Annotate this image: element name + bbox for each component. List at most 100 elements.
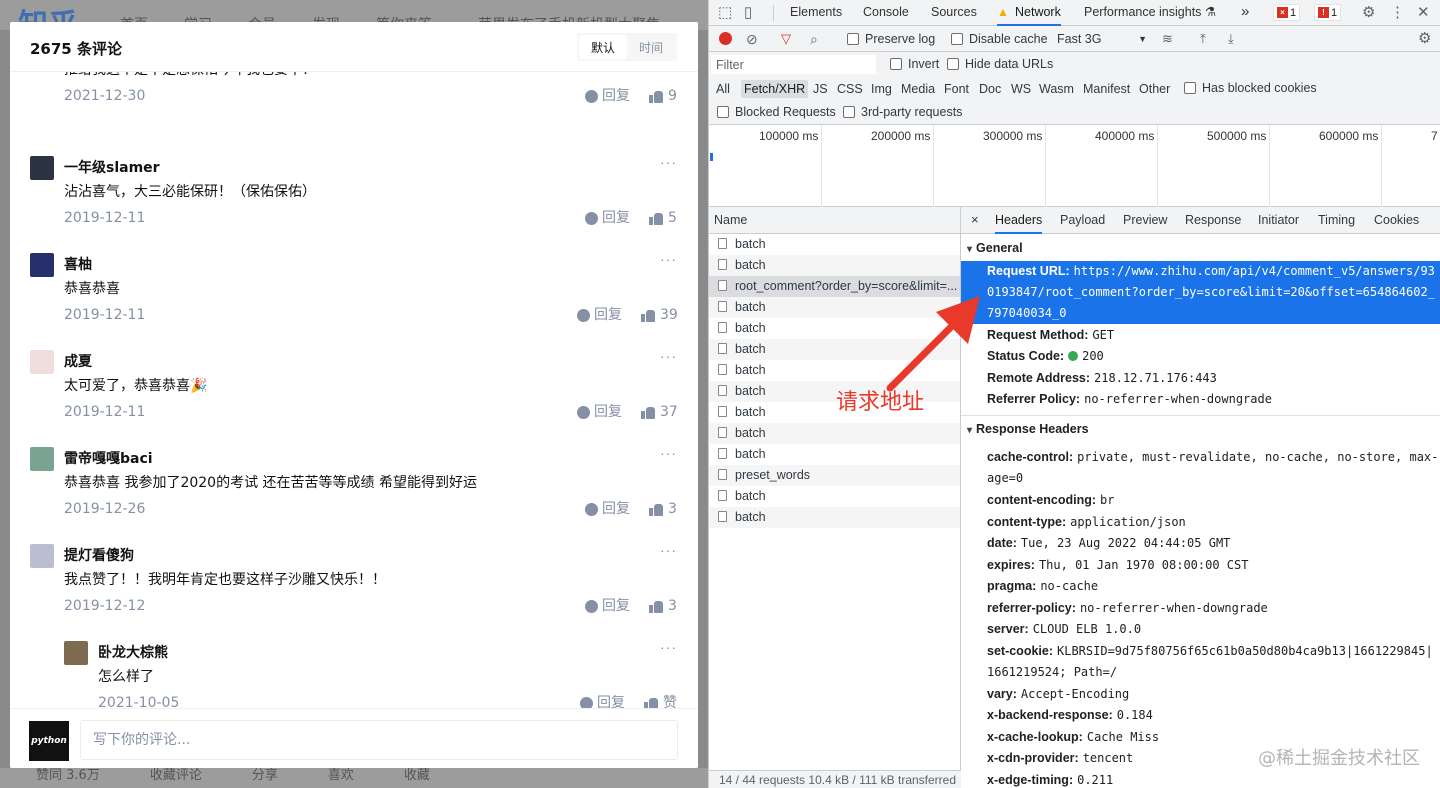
collect-button[interactable]: 收藏 [404, 768, 430, 788]
like-button[interactable]: 赞 [644, 691, 677, 708]
import-har-icon[interactable]: ⤒ [1200, 26, 1206, 52]
filter-type-manifest[interactable]: Manifest [1080, 80, 1133, 98]
reply-button[interactable]: 回复 [585, 206, 630, 230]
filter-type-all[interactable]: All [713, 80, 733, 98]
error-count-badge[interactable]: × 1 [1273, 4, 1301, 21]
reply-button[interactable]: 回复 [585, 497, 630, 521]
more-options-icon[interactable]: ··· [660, 542, 677, 558]
avatar[interactable] [30, 253, 54, 277]
preserve-log-checkbox[interactable]: Preserve log [847, 26, 935, 52]
clear-icon[interactable]: ⊘ [746, 26, 758, 52]
comment-input[interactable] [80, 720, 678, 760]
tab-network[interactable]: ▲ Network [997, 0, 1061, 26]
throttle-select[interactable]: Fast 3G ▼ [1057, 26, 1147, 52]
avatar[interactable] [64, 641, 88, 665]
close-devtools-icon[interactable]: ✕ [1417, 0, 1430, 26]
like-button[interactable]: 3 [649, 497, 677, 521]
comment-bar-button[interactable]: 收藏评论 [150, 768, 202, 788]
like-button[interactable]: 39 [641, 303, 678, 327]
request-row[interactable]: batch [709, 234, 960, 255]
filter-input[interactable] [711, 55, 876, 74]
comment-author[interactable]: 一年级slamer [64, 156, 160, 180]
more-options-icon[interactable]: ··· [660, 639, 677, 655]
sort-default-button[interactable]: 默认 [579, 35, 627, 59]
filter-type-other[interactable]: Other [1136, 80, 1173, 98]
third-party-requests-checkbox[interactable]: 3rd-party requests [843, 99, 962, 125]
close-details-button[interactable]: × [971, 207, 979, 234]
network-settings-gear-icon[interactable]: ⚙ [1418, 26, 1431, 52]
settings-gear-icon[interactable]: ⚙ [1362, 0, 1375, 26]
tab-sources[interactable]: Sources [931, 0, 977, 26]
reply-button[interactable]: 回复 [577, 400, 622, 424]
comment-author[interactable]: 喜柚 [64, 253, 92, 277]
avatar[interactable] [30, 156, 54, 180]
comment-author[interactable]: 卧龙大棕熊 [98, 641, 168, 665]
device-toolbar-icon[interactable]: ▯ [744, 0, 752, 26]
more-options-icon[interactable]: ··· [660, 251, 677, 267]
reply-button[interactable]: 回复 [585, 594, 630, 618]
like-button[interactable]: 37 [641, 400, 678, 424]
reply-button[interactable]: 回复 [577, 303, 622, 327]
request-url-row[interactable]: Request URL: https://www.zhihu.com/api/v4… [961, 261, 1440, 324]
request-row[interactable]: batch [709, 255, 960, 276]
avatar[interactable] [30, 544, 54, 568]
record-icon[interactable] [719, 32, 732, 45]
network-conditions-icon[interactable]: ≋ [1162, 26, 1173, 52]
filter-type-js[interactable]: JS [810, 80, 831, 98]
tab-preview[interactable]: Preview [1123, 207, 1167, 234]
like-button[interactable]: 9 [649, 84, 677, 108]
filter-type-img[interactable]: Img [868, 80, 895, 98]
invert-checkbox[interactable]: Invert [890, 51, 939, 77]
blocked-requests-checkbox[interactable]: Blocked Requests [717, 99, 836, 125]
filter-type-font[interactable]: Font [941, 80, 972, 98]
request-row[interactable]: batch [709, 423, 960, 444]
comment-author[interactable]: 雷帝嘎嘎baci [64, 447, 153, 471]
filter-icon[interactable]: ▽ [781, 26, 791, 52]
request-row[interactable]: batch [709, 486, 960, 507]
tab-timing[interactable]: Timing [1318, 207, 1355, 234]
filter-type-doc[interactable]: Doc [976, 80, 1004, 98]
issue-count-badge[interactable]: ! 1 [1314, 4, 1342, 21]
reply-button[interactable]: 回复 [580, 691, 625, 708]
name-column-header[interactable]: Name [709, 207, 960, 234]
upvote-button[interactable]: 赞同 3.6万 [36, 768, 100, 788]
inspect-element-icon[interactable]: ⬚ [718, 0, 732, 26]
request-row[interactable]: batch [709, 444, 960, 465]
reply-button[interactable]: 回复 [585, 84, 630, 108]
tab-performance-insights[interactable]: Performance insights ⚗ [1084, 0, 1216, 26]
search-icon[interactable]: ⌕ [810, 26, 818, 52]
tab-console[interactable]: Console [863, 0, 909, 26]
avatar[interactable] [30, 447, 54, 471]
filter-type-ws[interactable]: WS [1008, 80, 1034, 98]
request-row[interactable]: batch [709, 507, 960, 528]
like-button[interactable]: 喜欢 [328, 768, 354, 788]
more-options-icon[interactable]: ··· [660, 445, 677, 461]
tab-response[interactable]: Response [1185, 207, 1241, 234]
has-blocked-cookies-checkbox[interactable]: Has blocked cookies [1184, 75, 1317, 101]
response-headers-section-toggle[interactable]: Response Headers [967, 422, 1089, 436]
more-options-icon[interactable]: ··· [660, 348, 677, 364]
tab-elements[interactable]: Elements [790, 0, 842, 26]
tab-headers[interactable]: Headers [995, 207, 1043, 234]
avatar[interactable] [30, 350, 54, 374]
like-button[interactable]: 3 [649, 594, 677, 618]
tab-cookies[interactable]: Cookies [1374, 207, 1419, 234]
filter-type-wasm[interactable]: Wasm [1036, 80, 1077, 98]
tab-initiator[interactable]: Initiator [1258, 207, 1299, 234]
filter-type-css[interactable]: CSS [834, 80, 866, 98]
sort-time-button[interactable]: 时间 [627, 35, 675, 59]
hide-data-urls-checkbox[interactable]: Hide data URLs [947, 51, 1053, 77]
share-button[interactable]: 分享 [252, 768, 278, 788]
like-button[interactable]: 5 [649, 206, 677, 230]
comment-author[interactable]: 成夏 [64, 350, 92, 374]
more-options-icon[interactable]: ··· [660, 154, 677, 170]
export-har-icon[interactable]: ⤓ [1228, 26, 1234, 52]
tab-payload[interactable]: Payload [1060, 207, 1105, 234]
filter-type-fetch-xhr[interactable]: Fetch/XHR [741, 80, 809, 98]
disable-cache-checkbox[interactable]: Disable cache [951, 26, 1048, 52]
kebab-menu-icon[interactable]: ⋮ [1390, 0, 1405, 26]
filter-type-media[interactable]: Media [898, 80, 938, 98]
request-row[interactable]: preset_words [709, 465, 960, 486]
comment-list[interactable]: 推给我这个是不是想保佑今年我也要中！ 2021-12-30 回复 9 一年级sl… [10, 60, 698, 708]
more-tabs-button[interactable]: » [1241, 0, 1249, 26]
